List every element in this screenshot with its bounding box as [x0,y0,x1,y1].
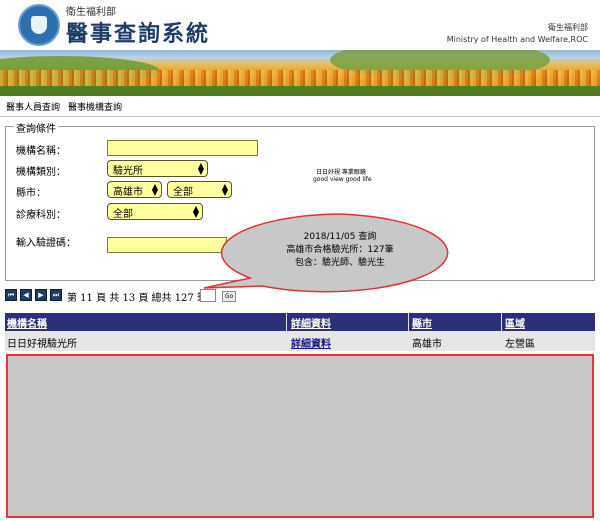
table-row: 日日好視驗光所 詳細資料 高雄市 左營區 [5,331,595,351]
column-header-detail[interactable]: 詳細資料 [291,315,331,330]
select-arrows-icon: ▲ ▼ [221,182,228,197]
column-header-city[interactable]: 縣市 [412,315,432,330]
ministry-name-english: Ministry of Health and Welfare,ROC [446,35,588,44]
column-header-name[interactable]: 機構名稱 [7,315,47,330]
captcha-input[interactable] [107,237,227,253]
query-legend: 查詢條件 [14,120,58,135]
city-label: 縣市： [16,188,46,199]
cell-detail-link[interactable]: 詳細資料 [291,335,331,350]
site-header: 衛生福利部 醫事查詢系統 衛生福利部 Ministry of Health an… [0,0,600,50]
pager: ⏮ ◀ ▶ ⏭ 第 11 頁 共 13 頁 總共 127 筆 Go [5,289,405,304]
select-arrows-icon: ▲ ▼ [192,204,199,219]
column-divider [286,313,287,331]
cell-city: 高雄市 [412,339,442,350]
note-text-en: good view good life [313,176,372,183]
last-page-button[interactable]: ⏭ [50,289,62,301]
redacted-results-area [6,354,594,518]
city-select[interactable]: 高雄市 ▲ ▼ [107,181,162,198]
next-page-button[interactable]: ▶ [35,289,47,301]
prev-page-button[interactable]: ◀ [20,289,32,301]
first-page-button[interactable]: ⏮ [5,289,17,301]
name-label: 機構名稱： [16,146,66,157]
table-header: 機構名稱 詳細資料 縣市 區域 [5,313,595,331]
pager-summary: 第 11 頁 共 13 頁 總共 127 筆 [67,293,207,304]
type-label: 機構類別： [16,167,66,178]
institution-type-select[interactable]: 驗光所 ▲ ▼ [107,160,208,177]
captcha-label: 輸入驗證碼： [16,238,76,249]
nav-institution-query[interactable]: 醫事機構查詢 [68,100,122,113]
institution-name-input[interactable] [107,140,258,156]
column-header-district[interactable]: 區域 [505,315,525,330]
column-divider [501,313,502,331]
cell-institution-name: 日日好視驗光所 [7,339,77,350]
city-value: 高雄市 [113,187,143,198]
nav-personnel-query[interactable]: 醫事人員查詢 [6,100,60,113]
column-divider [408,313,409,331]
department-value: 全部 [113,209,133,220]
select-arrows-icon: ▲ ▼ [197,161,204,176]
select-arrows-icon: ▲ ▼ [151,182,158,197]
callout-line-date: 2018/11/05 查詢 [303,232,377,242]
department-label: 診療科別： [16,210,66,221]
institution-type-value: 驗光所 [113,166,143,177]
system-title: 醫事查詢系統 [66,22,211,47]
district-value: 全部 [173,187,193,198]
note-text-cn: 日日好視 專業眼鏡 [316,169,366,176]
go-button[interactable]: Go [222,291,236,302]
banner-image [0,50,600,96]
cell-district: 左營區 [505,339,535,350]
ministry-logo-icon [18,4,60,46]
main-nav: 醫事人員查詢 醫事機構查詢 [0,96,600,117]
department-select[interactable]: 全部 ▲ ▼ [107,203,203,220]
page-number-input[interactable] [200,289,216,302]
ministry-name-right: 衛生福利部 [548,23,588,32]
district-select[interactable]: 全部 ▲ ▼ [167,181,232,198]
callout-line-include: 包含：驗光師、驗光生 [294,258,385,268]
callout-line-count: 高雄市合格驗光所：127筆 [286,245,394,255]
